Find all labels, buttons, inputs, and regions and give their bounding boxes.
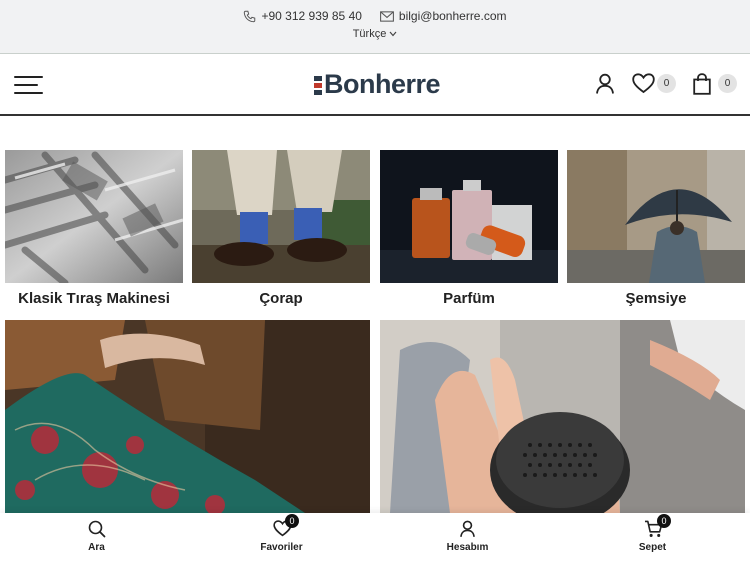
category-card-socks[interactable]: Çorap [192,150,370,315]
language-label: Türkçe [352,28,387,40]
menu-line [14,84,38,86]
phone-icon [244,10,256,22]
category-card-razor[interactable]: Klasik Tıraş Makinesi [5,150,183,315]
favorites-count-badge: 0 [285,514,299,528]
user-icon [596,73,614,94]
cart-button[interactable]: 0 [693,73,737,100]
site-logo[interactable]: Bonherre [314,69,441,100]
menu-line [14,92,43,94]
logo-text: Bonherre [324,69,441,99]
nav-account[interactable]: Hesabım [374,513,561,563]
category-card-umbrella[interactable]: Şemsiye [567,150,745,315]
cart-count-badge: 0 [718,74,737,93]
phone-link[interactable]: +90 312 939 85 40 [243,9,362,23]
category-card-pocket-square[interactable] [5,320,370,513]
user-icon [459,520,475,537]
phone-number: +90 312 939 85 40 [261,9,362,23]
language-selector[interactable]: Türkçe [0,28,750,40]
hamburger-menu-button[interactable] [14,76,43,95]
nav-favorites-label: Favoriler [260,542,303,553]
shopping-bag-icon [693,73,711,95]
chevron-down-icon [389,31,397,37]
nav-cart[interactable]: 0 Sepet [559,513,746,563]
category-image-pocket-square [5,320,370,513]
category-card-speaker[interactable] [380,320,745,513]
heart-icon [632,73,655,94]
nav-account-label: Hesabım [446,542,489,553]
wishlist-count-badge: 0 [657,74,676,93]
nav-favorites[interactable]: 0 Favoriler [188,513,375,563]
account-button[interactable] [595,73,615,100]
nav-search-label: Ara [88,542,105,553]
category-image-socks [192,150,370,283]
top-info-bar: +90 312 939 85 40 bilgi@bonherre.com Tür… [0,0,750,54]
wishlist-button[interactable]: 0 [632,73,676,99]
category-label: Parfüm [443,290,495,307]
category-image-razor [5,150,183,283]
email-address: bilgi@bonherre.com [398,9,507,23]
logo-mark [314,75,322,96]
category-image-perfume [380,150,558,283]
search-icon [88,520,105,538]
nav-cart-label: Sepet [638,542,667,553]
cart-count-badge: 0 [657,514,671,528]
nav-search[interactable]: Ara [3,513,190,563]
contact-info: +90 312 939 85 40 bilgi@bonherre.com [0,9,750,23]
category-image-umbrella [567,150,745,283]
category-label: Şemsiye [625,290,687,307]
site-header: Bonherre 0 0 [0,55,750,116]
category-image-speaker [380,320,745,513]
bottom-navigation: Ara 0 Favoriler Hesabım 0 Sepet [0,513,750,563]
category-card-perfume[interactable]: Parfüm [380,150,558,315]
menu-line [14,76,43,78]
category-label: Çorap [259,290,303,307]
email-link[interactable]: bilgi@bonherre.com [380,9,507,23]
envelope-icon [380,10,394,22]
category-label: Klasik Tıraş Makinesi [18,290,170,307]
